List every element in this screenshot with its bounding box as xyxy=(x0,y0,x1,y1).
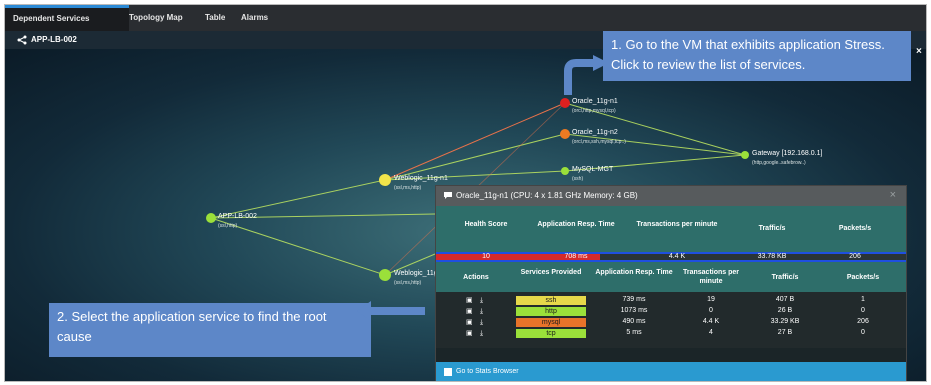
chat-icon xyxy=(444,192,452,199)
row-packets: 0 xyxy=(861,329,865,336)
node-label-gateway[interactable]: Gateway [192.168.0.1] xyxy=(752,150,822,157)
services-header: Actions Services Provided Application Re… xyxy=(436,262,906,292)
panel-close-icon[interactable]: × xyxy=(890,189,896,201)
val-health-score: 10 xyxy=(482,253,490,260)
share-icon xyxy=(17,35,27,45)
node-sub-weblogic-n2: (ssl,ms,http) xyxy=(394,280,422,286)
service-tcp[interactable]: tcp xyxy=(516,329,586,338)
node-dot-mysql-mgt[interactable] xyxy=(561,167,569,175)
hdr-traffic: Traffic/s xyxy=(758,225,786,232)
summary-header: Health Score Application Resp. Time Tran… xyxy=(436,206,906,252)
node-dot-weblogic-n1[interactable] xyxy=(379,174,391,186)
panel-title: Oracle_11g-n1 (CPU: 4 x 1.81 GHz Memory:… xyxy=(456,191,638,200)
row-tpm: 4.4 K xyxy=(702,318,720,325)
val-traffic: 33.78 KB xyxy=(757,253,787,260)
services-table: ▣ ⤓ ssh 739 ms 19 407 B 1 ▣ ⤓ http 1073 … xyxy=(436,292,906,348)
download-icon[interactable]: ⤓ xyxy=(480,318,510,327)
row-traffic: 407 B xyxy=(775,296,795,303)
row-packets: 206 xyxy=(857,318,869,325)
node-dot-app-lb[interactable] xyxy=(206,213,216,223)
arrow-left-icon xyxy=(357,301,425,321)
row-resp: 5 ms xyxy=(626,329,642,336)
row-tpm: 19 xyxy=(707,296,715,303)
node-sub-gateway: (http,google..safebrow..) xyxy=(752,160,806,166)
hdr-svc-transactions: Transactions per minute xyxy=(682,269,740,285)
row-traffic: 27 B xyxy=(777,329,793,336)
callout-step-1: 1. Go to the VM that exhibits applicatio… xyxy=(603,31,911,81)
node-sub-oracle-n2: (orcl,ms,ssh,mysql,tcp..) xyxy=(572,139,626,145)
node-label-mysql-mgt[interactable]: MySQL-MGT xyxy=(572,166,613,173)
summary-row[interactable]: 10 708 ms 4.4 K 33.78 KB 206 xyxy=(436,252,906,262)
download-icon[interactable]: ⤓ xyxy=(480,296,510,305)
tab-bar: Dependent Services Topology Map Table Al… xyxy=(5,5,926,34)
table-row[interactable]: ▣ ⤓ ssh 739 ms 19 407 B 1 xyxy=(436,296,906,306)
stats-browser-label: Go to Stats Browser xyxy=(456,368,519,375)
hdr-health-score: Health Score xyxy=(464,221,508,228)
node-label-weblogic-n1[interactable]: Weblogic_11g-n1 xyxy=(394,175,448,182)
hdr-app-resp-time: Application Resp. Time xyxy=(537,221,615,228)
row-packets: 1 xyxy=(861,296,865,303)
page-title: APP-LB-002 xyxy=(31,35,77,44)
table-row[interactable]: ▣ ⤓ tcp 5 ms 4 27 B 0 xyxy=(436,329,906,339)
hdr-packets: Packets/s xyxy=(838,225,872,232)
tab-table[interactable]: Table xyxy=(197,5,233,31)
node-sub-mysql-mgt: (ssh) xyxy=(572,176,584,182)
node-dot-gateway[interactable] xyxy=(741,151,749,159)
hdr-services-provided: Services Provided xyxy=(520,269,582,276)
node-dot-oracle-n2[interactable] xyxy=(560,129,570,139)
download-icon[interactable]: ⤓ xyxy=(480,307,510,316)
service-ssh[interactable]: ssh xyxy=(516,296,586,305)
tab-alarms[interactable]: Alarms xyxy=(233,5,276,31)
table-row[interactable]: ▣ ⤓ mysql 490 ms 4.4 K 33.29 KB 206 xyxy=(436,318,906,328)
hdr-svc-traffic: Traffic/s xyxy=(771,274,799,281)
stats-browser-link[interactable]: Go to Stats Browser xyxy=(436,362,906,381)
val-transactions: 4.4 K xyxy=(668,253,686,260)
stats-icon xyxy=(444,368,452,376)
close-icon[interactable]: × xyxy=(916,46,922,57)
table-row[interactable]: ▣ ⤓ http 1073 ms 0 26 B 0 xyxy=(436,307,906,317)
node-label-oracle-n1[interactable]: Oracle_11g-n1 xyxy=(572,98,618,105)
panel-header: Oracle_11g-n1 (CPU: 4 x 1.81 GHz Memory:… xyxy=(436,186,906,206)
row-resp: 490 ms xyxy=(622,318,646,325)
row-tpm: 0 xyxy=(709,307,713,314)
row-traffic: 26 B xyxy=(777,307,793,314)
node-sub-oracle-n1: (orcl,http,mysql,tcp) xyxy=(572,108,616,114)
row-resp: 1073 ms xyxy=(620,307,648,314)
tab-topology-map[interactable]: Topology Map xyxy=(121,5,191,31)
val-packets: 206 xyxy=(849,253,861,260)
node-dot-weblogic-n2[interactable] xyxy=(379,269,391,281)
callout-step-2: 2. Select the application service to fin… xyxy=(49,303,371,357)
download-icon[interactable]: ⤓ xyxy=(480,329,510,338)
row-tpm: 4 xyxy=(709,329,713,336)
tab-dependent-services[interactable]: Dependent Services xyxy=(5,5,129,34)
hdr-svc-packets: Packets/s xyxy=(846,274,880,281)
hdr-transactions: Transactions per minute xyxy=(636,221,718,228)
node-label-oracle-n2[interactable]: Oracle_11g-n2 xyxy=(572,129,618,136)
service-http[interactable]: http xyxy=(516,307,586,316)
node-sub-weblogic-n1: (ssl,ms,http) xyxy=(394,185,422,191)
hdr-actions: Actions xyxy=(463,274,489,281)
node-dot-oracle-n1[interactable] xyxy=(560,98,570,108)
vm-details-panel: Oracle_11g-n1 (CPU: 4 x 1.81 GHz Memory:… xyxy=(435,185,907,381)
service-mysql[interactable]: mysql xyxy=(516,318,586,327)
node-label-app-lb[interactable]: APP-LB-002 xyxy=(218,213,257,220)
row-traffic: 33.29 KB xyxy=(770,318,800,325)
row-packets: 0 xyxy=(861,307,865,314)
node-sub-app-lb: (ssl,http) xyxy=(218,223,238,229)
val-app-resp-time: 708 ms xyxy=(564,253,588,260)
app-frame: Dependent Services Topology Map Table Al… xyxy=(4,4,927,382)
hdr-svc-resp-time: Application Resp. Time xyxy=(595,269,673,276)
row-resp: 739 ms xyxy=(622,296,646,303)
